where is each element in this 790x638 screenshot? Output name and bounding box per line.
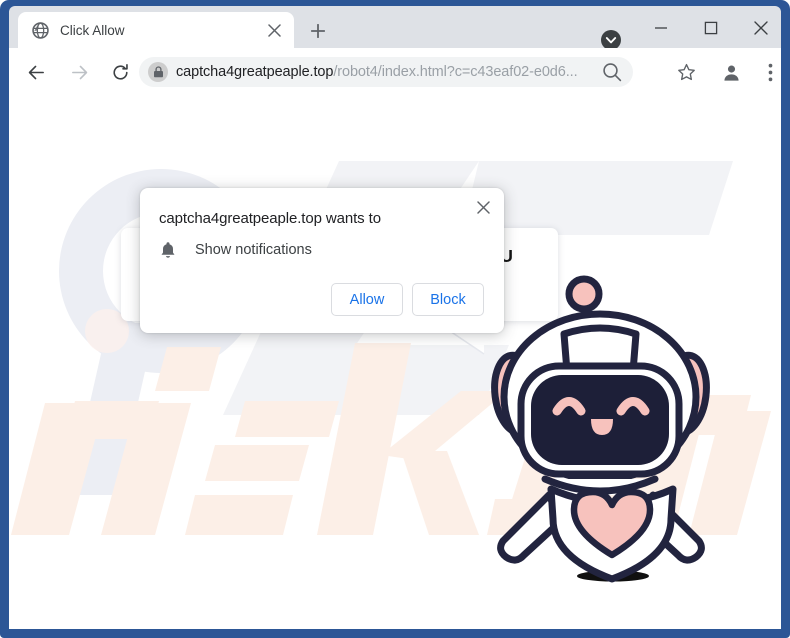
new-tab-button[interactable] — [304, 17, 332, 45]
permission-label: Show notifications — [195, 242, 312, 258]
window-minimize-button[interactable] — [638, 12, 684, 44]
page-viewport: CLICK «ALLOW» TO CONFIRM THAT YOU ARE NO… — [9, 95, 781, 629]
lock-glyph-icon — [153, 66, 163, 78]
address-bar-path: /robot4/index.html?c=c43eaf02-e0d6... — [333, 64, 578, 80]
forward-button — [64, 57, 94, 87]
new-tab-icon — [311, 24, 325, 38]
minimize-icon — [655, 27, 667, 29]
address-bar[interactable]: captcha4greatpeaple.top/robot4/index.htm… — [139, 57, 633, 87]
reload-button[interactable] — [105, 57, 135, 87]
back-arrow-icon — [28, 65, 44, 79]
tab-title: Click Allow — [60, 22, 125, 38]
browser-menu-button[interactable] — [755, 57, 785, 87]
star-icon — [677, 63, 695, 80]
search-icon[interactable] — [601, 61, 623, 83]
close-icon — [754, 21, 768, 35]
permission-row: Show notifications — [159, 241, 312, 259]
popup-actions: Allow Block — [331, 283, 484, 316]
forward-arrow-icon — [71, 65, 87, 79]
three-dot-menu-icon — [768, 63, 772, 81]
popup-close-button[interactable] — [470, 194, 496, 220]
browser-window: Click Allow captcha4greatpeaple.top/robo… — [0, 0, 790, 638]
window-maximize-button[interactable] — [688, 12, 734, 44]
tab-strip: Click Allow — [9, 6, 784, 50]
bookmark-button[interactable] — [671, 57, 701, 87]
browser-toolbar: captcha4greatpeaple.top/robot4/index.htm… — [9, 48, 781, 95]
profile-avatar-icon — [723, 65, 739, 81]
browser-tab[interactable]: Click Allow — [18, 12, 294, 48]
robot-mascot — [491, 275, 710, 583]
window-close-button[interactable] — [738, 12, 784, 44]
bell-icon — [161, 242, 175, 258]
close-icon — [476, 200, 490, 214]
tab-close-button[interactable] — [262, 18, 286, 42]
allow-button[interactable]: Allow — [331, 283, 403, 316]
address-bar-host: captcha4greatpeaple.top — [176, 64, 334, 80]
address-bar-url: captcha4greatpeaple.top/robot4/index.htm… — [176, 64, 601, 80]
profile-button[interactable] — [716, 57, 746, 87]
block-button[interactable]: Block — [412, 283, 484, 316]
maximize-icon — [704, 21, 718, 35]
lock-icon[interactable] — [148, 62, 168, 82]
notification-permission-dialog: captcha4greatpeaple.top wants to Show no… — [140, 188, 504, 333]
globe-icon — [32, 21, 49, 39]
close-icon — [267, 23, 281, 37]
back-button[interactable] — [21, 57, 51, 87]
reload-icon — [112, 63, 128, 80]
popup-title: captcha4greatpeaple.top wants to — [159, 210, 381, 227]
